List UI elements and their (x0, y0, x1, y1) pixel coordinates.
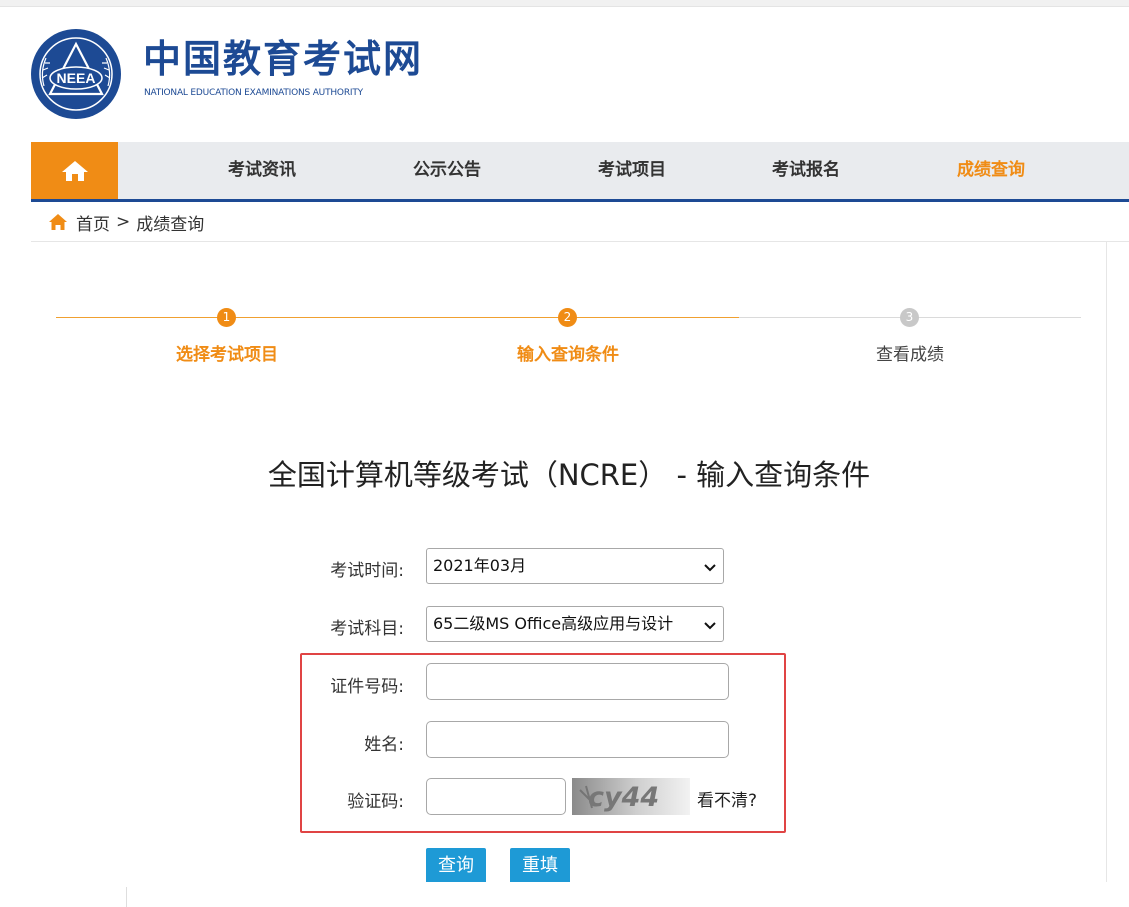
breadcrumb-home-link[interactable]: 首页 (76, 210, 110, 235)
exam-subject-value: 65二级MS Office高级应用与设计 (433, 614, 674, 633)
emblem-text: NEEA (57, 70, 96, 86)
exam-time-label: 考试时间: (330, 561, 404, 581)
neea-logo-icon[interactable]: NEEA (30, 28, 122, 120)
chevron-down-icon (704, 564, 716, 572)
exam-time-value: 2021年03月 (433, 556, 527, 575)
site-title[interactable]: 中国教育考试网 (143, 40, 423, 78)
main-nav: 考试资讯 公示公告 考试项目 考试报名 成绩查询 (31, 142, 1129, 202)
breadcrumb-separator: > (116, 212, 131, 232)
step-1-label: 选择考试项目 (176, 345, 278, 365)
nav-item-announcements[interactable]: 公示公告 (413, 142, 481, 199)
nav-item-registration[interactable]: 考试报名 (772, 142, 840, 199)
step-2-badge: 2 (558, 308, 577, 327)
page-title: 全国计算机等级考试（NCRE） - 输入查询条件 (267, 458, 871, 492)
content-right-border (1106, 242, 1107, 882)
breadcrumb: 首页 > 成绩查询 (48, 209, 204, 235)
exam-time-select[interactable]: 2021年03月 (426, 548, 724, 584)
exam-subject-select[interactable]: 65二级MS Office高级应用与设计 (426, 606, 724, 642)
step-3-badge: 3 (900, 308, 919, 327)
reset-button[interactable]: 重填 (510, 848, 570, 882)
highlight-box (300, 653, 786, 833)
breadcrumb-current: 成绩查询 (136, 214, 205, 235)
nav-item-exam-projects[interactable]: 考试项目 (598, 142, 666, 199)
home-icon (61, 160, 88, 181)
exam-subject-label: 考试科目: (330, 619, 404, 639)
step-2-label: 输入查询条件 (517, 345, 619, 365)
query-button[interactable]: 查询 (426, 848, 486, 882)
chevron-down-icon (704, 622, 716, 630)
nav-home-button[interactable] (31, 142, 118, 199)
step-progress-done (56, 317, 739, 318)
nav-item-exam-news[interactable]: 考试资讯 (228, 142, 296, 199)
breadcrumb-home-icon (49, 214, 67, 230)
site-subtitle: NATIONAL EDUCATION EXAMINATIONS AUTHORIT… (144, 88, 363, 98)
footer-divider (126, 887, 127, 907)
browser-top-strip (0, 0, 1129, 7)
nav-item-score-query[interactable]: 成绩查询 (957, 142, 1025, 199)
breadcrumb-divider (31, 241, 1129, 242)
step-3-label: 查看成绩 (876, 345, 944, 365)
step-1-badge: 1 (217, 308, 236, 327)
